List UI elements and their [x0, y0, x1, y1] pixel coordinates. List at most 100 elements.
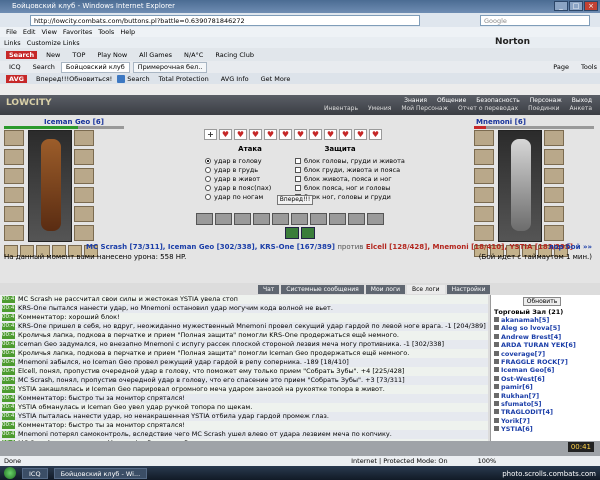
user-name[interactable]: FRAGGLE ROCK[7]	[501, 358, 568, 366]
tab-chat[interactable]: Чат	[258, 285, 280, 294]
user-name[interactable]: ARDA TURAN YEK[6]	[501, 341, 576, 349]
defense-option[interactable]: блок груди, живота и пояса	[295, 165, 400, 174]
user-name[interactable]: TRAGLODIT[4]	[501, 408, 553, 416]
user-list-item[interactable]: FRAGGLE ROCK[7]	[491, 358, 600, 366]
tab-settings[interactable]: Настройки	[446, 285, 491, 294]
checkbox-icon[interactable]	[295, 166, 301, 173]
user-list-item[interactable]: coverage[7]	[491, 350, 600, 358]
equip-slot[interactable]	[4, 206, 24, 222]
user-name[interactable]: Ost-West[6]	[501, 375, 545, 383]
user-list-item[interactable]: TRAGLODIT[4]	[491, 408, 600, 416]
equip-slot[interactable]	[544, 130, 564, 146]
user-name[interactable]: Andrew Brest[4]	[501, 333, 561, 341]
equip-slot[interactable]	[544, 187, 564, 203]
skill-slot[interactable]	[348, 213, 365, 225]
tools-menu[interactable]: Tools	[578, 63, 600, 71]
user-name[interactable]: pamir[6]	[501, 383, 533, 391]
close-icon[interactable]: ×	[584, 1, 598, 11]
radio-icon[interactable]	[205, 184, 211, 191]
equip-slot[interactable]	[474, 130, 494, 146]
racing-club-button[interactable]: Racing Club	[212, 51, 257, 59]
user-name[interactable]: akanamah[5]	[501, 316, 549, 324]
nav-fights[interactable]: Поединки	[528, 105, 559, 112]
attack-option[interactable]: удар в пояс(пах)	[205, 183, 295, 192]
defense-option[interactable]: блок головы, груди и живота	[295, 156, 405, 165]
user-list-item[interactable]: Andrew Brest[4]	[491, 333, 600, 341]
checkbox-icon[interactable]	[295, 175, 301, 182]
skill-slot[interactable]	[367, 213, 384, 225]
skill-slot[interactable]	[310, 213, 327, 225]
nav-profile[interactable]: Анкета	[569, 105, 592, 112]
left-player-name[interactable]: Iceman Geo [6]	[4, 118, 124, 126]
user-list-item[interactable]: YSTIA[6]	[491, 425, 600, 433]
nav-my-character[interactable]: Мой Персонаж	[401, 105, 448, 112]
user-name[interactable]: Rukhan[7]	[501, 392, 539, 400]
equip-slot[interactable]	[4, 149, 24, 165]
avg-search-button[interactable]: Search	[127, 75, 149, 83]
equip-slot[interactable]	[74, 206, 94, 222]
attack-option[interactable]: удар в грудь	[205, 165, 295, 174]
top-button[interactable]: TOP	[69, 51, 88, 59]
defense-option[interactable]: блок пояса, ног и головы	[295, 183, 390, 192]
equip-slot[interactable]	[544, 149, 564, 165]
add-marker-button[interactable]: +	[204, 129, 217, 140]
forward-attack-button[interactable]: Вперед!!!	[277, 195, 313, 205]
user-name[interactable]: Aleg so lvova[5]	[501, 324, 560, 332]
tab-fitting-room[interactable]: Примерочная бел..	[132, 61, 208, 73]
menu-favorites[interactable]: Favorites	[63, 28, 92, 36]
menu-view[interactable]: View	[41, 28, 56, 36]
taskbar-icq[interactable]: ICQ	[22, 467, 48, 479]
radio-icon[interactable]	[205, 157, 211, 164]
page-menu[interactable]: Page	[550, 63, 572, 71]
zoom-level[interactable]: 100%	[478, 457, 497, 465]
equip-slot[interactable]	[4, 225, 24, 241]
equip-slot[interactable]	[474, 206, 494, 222]
tab-combats[interactable]: Бойцовский клуб	[60, 61, 130, 73]
icq-button[interactable]: ICQ	[6, 63, 24, 71]
nav-exit[interactable]: Выход	[572, 97, 592, 104]
radio-icon[interactable]	[205, 193, 211, 200]
minimize-icon[interactable]: _	[554, 1, 568, 11]
attack-option[interactable]: удар в живот	[205, 174, 295, 183]
user-name[interactable]: sfumato[5]	[501, 400, 542, 408]
right-player-name[interactable]: Mnemoni [6]	[474, 118, 594, 126]
equip-slot[interactable]	[544, 206, 564, 222]
menu-edit[interactable]: Edit	[23, 28, 36, 36]
equip-slot[interactable]	[74, 149, 94, 165]
nav-chat[interactable]: Общение	[437, 97, 466, 104]
battle-log-link[interactable]: лор бой »»	[549, 243, 592, 251]
user-name[interactable]: Iceman Geo[6]	[501, 366, 554, 374]
skill-slot[interactable]	[285, 227, 299, 239]
search-input[interactable]: Google	[480, 14, 590, 26]
equip-slot[interactable]	[4, 187, 24, 203]
nav-knowledge[interactable]: Знания	[404, 97, 427, 104]
user-name[interactable]: Yorik[7]	[501, 417, 530, 425]
skill-slot[interactable]	[301, 227, 315, 239]
equip-slot[interactable]	[544, 168, 564, 184]
search-button-2[interactable]: Search	[30, 63, 58, 71]
nav-transfers[interactable]: Отчет о переводах	[458, 105, 518, 112]
radio-icon[interactable]	[205, 175, 211, 182]
new-button[interactable]: New	[43, 51, 63, 59]
total-protection-button[interactable]: Total Protection	[156, 75, 212, 83]
skill-slot[interactable]	[234, 213, 251, 225]
equip-slot[interactable]	[544, 225, 564, 241]
user-list-item[interactable]: Aleg so lvova[5]	[491, 324, 600, 332]
user-list-item[interactable]: pamir[6]	[491, 383, 600, 391]
equip-slot[interactable]	[74, 168, 94, 184]
user-list-item[interactable]: sfumato[5]	[491, 400, 600, 408]
radio-icon[interactable]	[205, 166, 211, 173]
forward-refresh-link[interactable]: Вперед!!!Обновиться!	[33, 75, 115, 83]
skill-slot[interactable]	[329, 213, 346, 225]
equip-slot[interactable]	[74, 225, 94, 241]
nav-skills[interactable]: Умения	[368, 105, 391, 112]
refresh-button[interactable]: Обновить	[523, 297, 561, 306]
user-name[interactable]: coverage[7]	[501, 350, 545, 358]
address-input[interactable]: http://lowcity.combats.com/buttons.pl?ba…	[30, 14, 420, 26]
skill-slot[interactable]	[291, 213, 308, 225]
play-now-button[interactable]: Play Now	[94, 51, 130, 59]
user-list-item[interactable]: akanamah[5]	[491, 316, 600, 324]
nav-inventory[interactable]: Инвентарь	[324, 105, 358, 112]
equip-slot[interactable]	[4, 168, 24, 184]
user-list-item[interactable]: Iceman Geo[6]	[491, 366, 600, 374]
